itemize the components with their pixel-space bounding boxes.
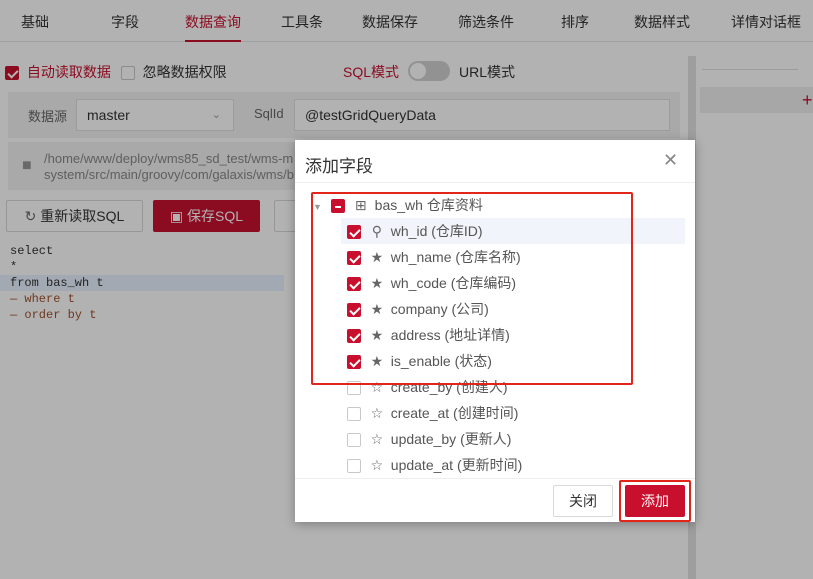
dialog-header: 添加字段 ✕	[295, 140, 695, 183]
selection-highlight-box	[311, 192, 633, 385]
dialog-title: 添加字段	[305, 157, 373, 176]
star-outline-icon: ☆	[370, 457, 384, 473]
star-outline-icon: ☆	[370, 431, 384, 447]
star-outline-icon: ☆	[370, 405, 384, 421]
dialog-footer: 关闭 添加	[295, 478, 695, 522]
item-checkbox[interactable]	[347, 433, 361, 448]
tree-item[interactable]: ☆ create_at (创建时间)	[341, 400, 518, 426]
tree-item[interactable]: ☆ update_at (更新时间)	[341, 452, 522, 478]
close-icon[interactable]: ✕	[663, 150, 678, 171]
item-label: create_at (创建时间)	[390, 405, 519, 421]
add-field-dialog: 添加字段 ✕ ▼ ⊞ bas_wh 仓库资料 ⚲ wh_id (仓库ID) ★ …	[295, 140, 695, 522]
add-button-highlight-box	[619, 480, 691, 522]
item-label: update_at (更新时间)	[390, 457, 523, 473]
item-label: update_by (更新人)	[390, 431, 512, 447]
item-checkbox[interactable]	[347, 407, 361, 422]
tree-item[interactable]: ☆ update_by (更新人)	[341, 426, 511, 452]
item-checkbox[interactable]	[347, 459, 361, 474]
close-button[interactable]: 关闭	[553, 485, 613, 517]
